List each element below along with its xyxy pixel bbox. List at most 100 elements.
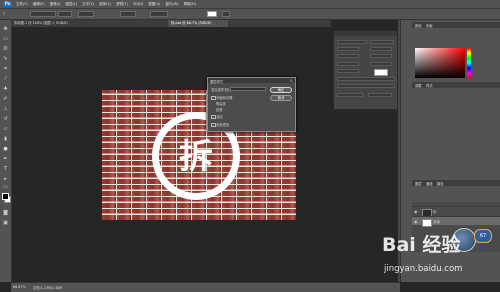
gradient-tool-icon[interactable]: ▮ xyxy=(2,136,9,142)
text-style-buttons[interactable] xyxy=(337,77,395,81)
eye-icon[interactable]: ◉ xyxy=(414,209,418,214)
tab-styles[interactable]: 样式 xyxy=(426,83,433,88)
dialog-title: 图层样式 xyxy=(210,79,224,84)
menu-list: 文件(F) 编辑(E) 图像(I) 图层(L) 文字(Y) 选择(S) 滤镜(T… xyxy=(16,2,196,7)
font-family-select[interactable] xyxy=(30,11,56,17)
character-color-swatch[interactable] xyxy=(374,69,388,76)
hue-slider[interactable] xyxy=(467,48,471,78)
menu-window[interactable]: 窗口(W) xyxy=(165,2,178,7)
history-brush-tool-icon[interactable]: ↺ xyxy=(2,116,9,122)
dialog-row-texture[interactable]: 纹理 xyxy=(216,107,222,112)
baseline-shift-field[interactable] xyxy=(337,69,359,73)
tab-document-2[interactable]: 拆.psd @ 66.7% (RGB/8) xyxy=(168,20,228,27)
anti-alias-field[interactable] xyxy=(368,93,392,97)
ok-button[interactable]: 确定 xyxy=(270,87,292,93)
zoom-readout[interactable]: 66.67% xyxy=(13,285,26,289)
pen-tool-icon[interactable]: ✒ xyxy=(2,156,9,162)
move-tool-icon[interactable]: ✥ xyxy=(2,26,9,32)
tab-color[interactable]: 颜色 xyxy=(415,23,422,28)
menu-filter[interactable]: 滤镜(T) xyxy=(116,2,128,7)
menu-help[interactable]: 帮助(H) xyxy=(184,2,196,7)
watermark-url: jingyan.baidu.com xyxy=(384,264,463,274)
photoshop-logo: Ps xyxy=(3,1,12,7)
eraser-tool-icon[interactable]: ▱ xyxy=(2,126,9,132)
dodge-tool-icon[interactable]: ● xyxy=(2,146,9,152)
foreground-color-swatch[interactable] xyxy=(2,193,9,200)
type-tool-icon[interactable]: T xyxy=(3,12,5,16)
dialog-row-label: 斜面和浮雕 xyxy=(216,96,233,100)
menu-select[interactable]: 选择(S) xyxy=(99,2,111,7)
tab-document-1[interactable]: 未标题-1 @ 100% (图层 1, RGB/8) xyxy=(11,20,166,27)
color-field[interactable] xyxy=(415,48,465,78)
leading-field[interactable] xyxy=(370,47,392,51)
lasso-tool-icon[interactable]: ʘ xyxy=(2,46,9,52)
close-icon[interactable]: × xyxy=(290,78,293,83)
dialog-row-bevel[interactable]: 斜面和浮雕 xyxy=(211,95,233,101)
anti-alias-select[interactable] xyxy=(120,11,136,17)
level-badge: 67 xyxy=(474,229,492,243)
layer-row[interactable]: ◉ 拆 xyxy=(412,206,500,217)
vertical-scale-field[interactable] xyxy=(337,62,359,66)
dialog-row-stroke[interactable]: 描边 xyxy=(211,114,223,120)
menu-image[interactable]: 图像(I) xyxy=(50,2,61,7)
language-select[interactable] xyxy=(337,93,363,97)
color-panel-tabs: 颜色 色板 xyxy=(412,22,500,28)
checkbox[interactable] xyxy=(211,95,216,101)
checkbox[interactable] xyxy=(211,114,216,120)
tab-layers[interactable]: 图层 xyxy=(415,181,422,186)
baidu-watermark: 67 Bai 经验 jingyan.baidu.com xyxy=(380,220,500,290)
dialog-row-label: 描边 xyxy=(216,115,223,119)
layer-style-dialog: 图层样式 × 混合选项:默认 斜面和浮雕 等高线 纹理 描边 颜色叠加 确定 取… xyxy=(207,77,296,132)
menu-file[interactable]: 文件(F) xyxy=(16,2,28,7)
dialog-row-color-overlay[interactable]: 颜色叠加 xyxy=(211,122,229,128)
opentype-buttons[interactable] xyxy=(337,84,395,88)
tracking-field[interactable] xyxy=(370,54,392,58)
character-panel xyxy=(333,30,398,110)
layer-name: 拆 xyxy=(433,209,437,214)
tab-swatches[interactable]: 色板 xyxy=(426,23,433,28)
menu-edit[interactable]: 编辑(E) xyxy=(33,2,45,7)
color-swatches[interactable] xyxy=(2,193,11,203)
menu-3d[interactable]: 3D(D) xyxy=(133,2,143,7)
menu-layer[interactable]: 图层(L) xyxy=(65,2,77,7)
kerning-field[interactable] xyxy=(337,54,359,58)
checkbox[interactable] xyxy=(211,122,216,128)
font-style-select[interactable] xyxy=(58,11,72,17)
options-bar: T xyxy=(0,9,500,20)
tools-panel: ✥ ▭ ʘ ✎ ⌗ ⁄ ✚ ✐ ⊥ ↺ ▱ ▮ ● ✒ T ▸ ▭ ◙ ▣ xyxy=(0,20,12,282)
horizontal-scale-field[interactable] xyxy=(370,62,392,66)
quick-select-tool-icon[interactable]: ✎ xyxy=(2,56,9,62)
dialog-slider-field[interactable] xyxy=(230,87,266,91)
tab-paths[interactable]: 路径 xyxy=(437,181,444,186)
shape-tool-icon[interactable]: ▭ xyxy=(2,184,9,190)
clone-stamp-tool-icon[interactable]: ⊥ xyxy=(2,106,9,112)
dialog-row-contour[interactable]: 等高线 xyxy=(216,101,226,106)
path-select-tool-icon[interactable]: ▸ xyxy=(2,176,9,182)
watermark-logo: Bai 经验 xyxy=(382,234,461,256)
screen-mode-icon[interactable]: ▣ xyxy=(2,220,9,226)
document-size-readout: 文档:1.23M/2.46M xyxy=(33,286,63,290)
dialog-row-blend[interactable]: 混合选项:默认 xyxy=(211,87,231,92)
tab-adjustments[interactable]: 调整 xyxy=(415,83,422,88)
adjustments-panel-tabs: 调整 样式 xyxy=(412,82,500,88)
font-style-field[interactable] xyxy=(370,40,394,44)
crop-tool-icon[interactable]: ⌗ xyxy=(2,66,9,72)
warp-text-button[interactable] xyxy=(222,11,230,17)
brush-tool-icon[interactable]: ✐ xyxy=(2,96,9,102)
menu-view[interactable]: 视图(V) xyxy=(148,2,160,7)
eyedropper-tool-icon[interactable]: ⁄ xyxy=(2,76,9,82)
align-buttons[interactable] xyxy=(150,11,168,17)
healing-tool-icon[interactable]: ✚ xyxy=(2,86,9,92)
marquee-tool-icon[interactable]: ▭ xyxy=(2,36,9,42)
type-tool-icon[interactable]: T xyxy=(2,166,9,172)
quick-mask-icon[interactable]: ◙ xyxy=(2,210,9,216)
menu-type[interactable]: 文字(Y) xyxy=(82,2,94,7)
font-family-field[interactable] xyxy=(337,40,367,44)
cancel-button[interactable]: 取消 xyxy=(270,95,292,101)
tab-channels[interactable]: 通道 xyxy=(426,181,433,186)
character-panel-header[interactable] xyxy=(334,31,397,36)
font-size-select[interactable] xyxy=(78,11,94,17)
text-color-swatch[interactable] xyxy=(207,11,217,17)
font-size-field[interactable] xyxy=(337,47,359,51)
dialog-titlebar[interactable]: 图层样式 × xyxy=(208,78,295,84)
